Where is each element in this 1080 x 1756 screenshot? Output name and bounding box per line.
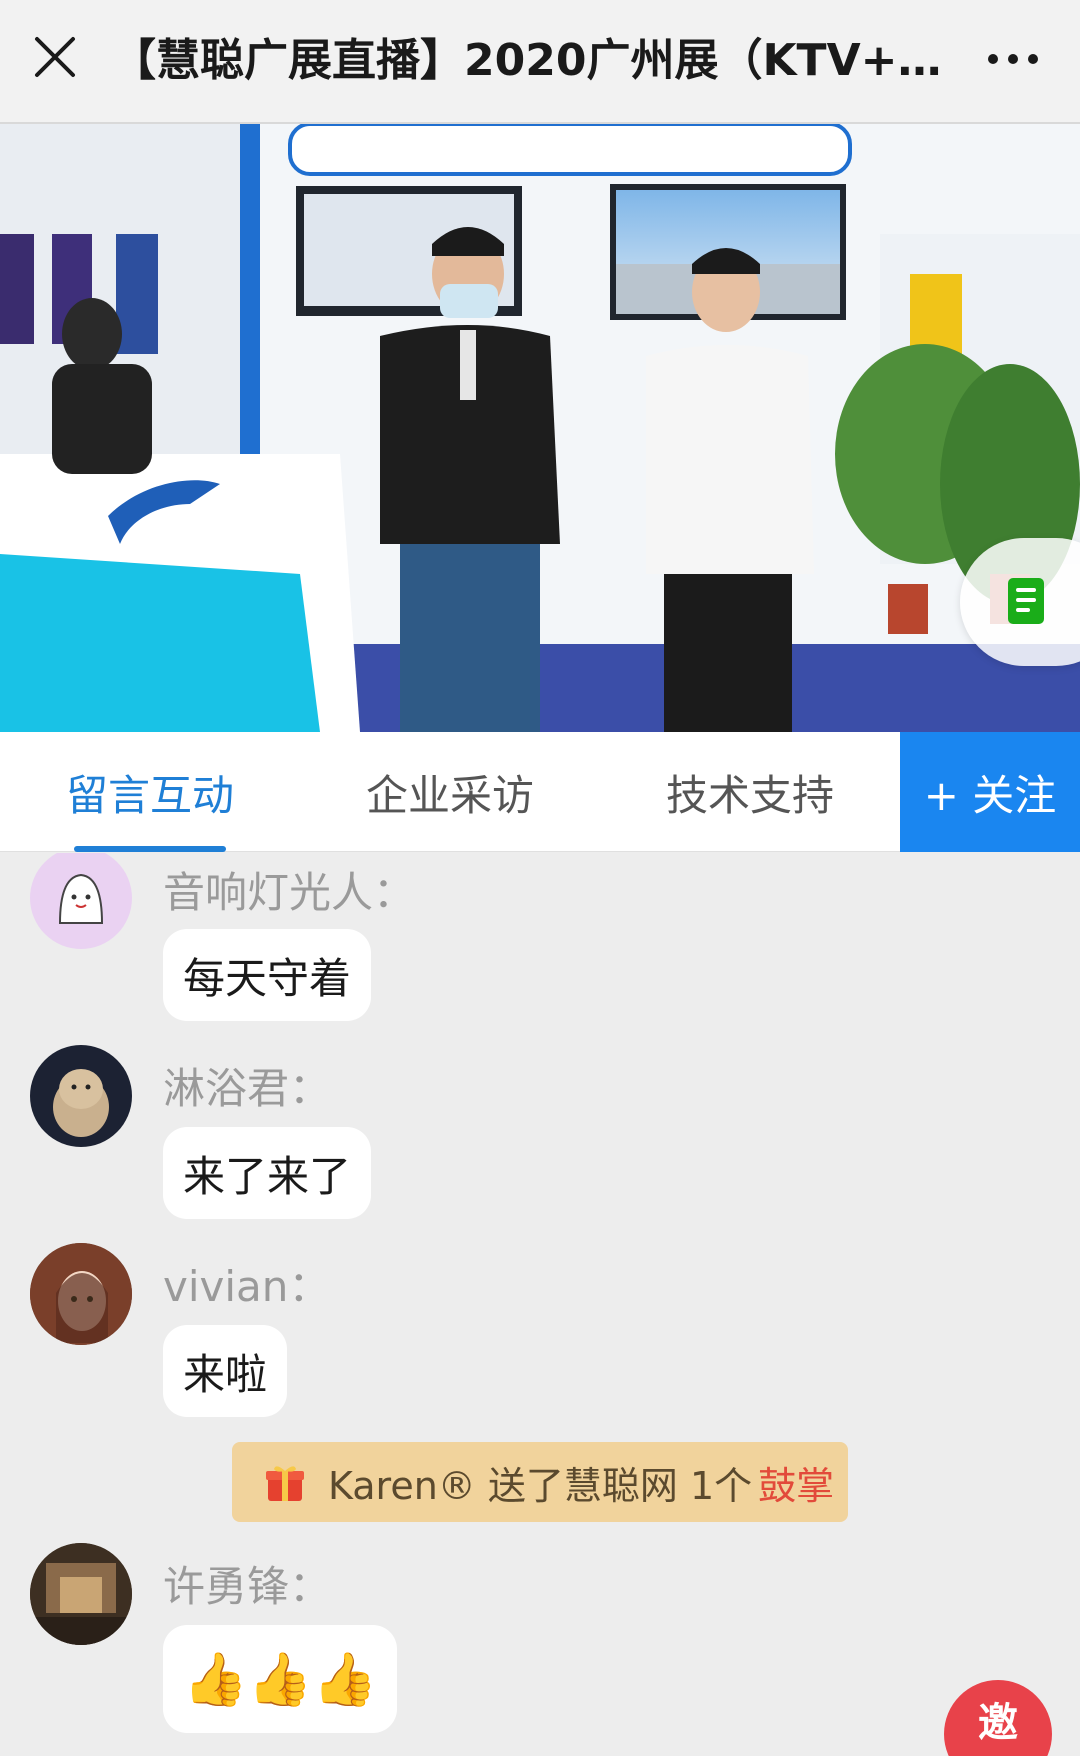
- message-list[interactable]: 音响灯光人： 每天守着 淋浴君： 来了来了 vivian： 来啦 Karen® …: [0, 853, 1080, 1756]
- tab-tech-support[interactable]: 技术支持: [630, 732, 870, 852]
- user-name: vivian：: [163, 1262, 331, 1311]
- gift-notice: Karen® 送了慧聪网 1个 鼓掌: [232, 1442, 848, 1522]
- message-bubble: 👍👍👍: [163, 1625, 398, 1733]
- message-bubble: 每天守着: [163, 929, 372, 1021]
- more-icon[interactable]: [968, 28, 1058, 90]
- user-name: 淋浴君：: [163, 1064, 332, 1113]
- document-icon[interactable]: [960, 538, 1080, 666]
- avatar[interactable]: [30, 853, 132, 949]
- tab-interviews[interactable]: 企业采访: [330, 732, 570, 852]
- user-name: 音响灯光人：: [163, 868, 416, 917]
- gift-text: Karen® 送了慧聪网 1个: [328, 1463, 753, 1508]
- top-bar: 【慧聪广展直播】2020广州展（KTV+灯…: [0, 0, 1080, 124]
- list-item: 许勇锋： 👍👍👍: [0, 1543, 1080, 1756]
- message-bubble: 来了来了: [163, 1127, 372, 1219]
- follow-button[interactable]: + 关注: [900, 732, 1080, 852]
- avatar[interactable]: [30, 1243, 132, 1345]
- list-item: 音响灯光人： 每天守着: [0, 853, 1080, 1033]
- avatar[interactable]: [30, 1543, 132, 1645]
- gift-icon: [264, 1461, 306, 1503]
- avatar[interactable]: [30, 1045, 132, 1147]
- active-tab-indicator: [74, 846, 226, 852]
- live-video[interactable]: [0, 124, 1080, 732]
- gift-item: 鼓掌: [758, 1463, 835, 1508]
- list-item: 淋浴君： 来了来了: [0, 1045, 1080, 1225]
- user-name: 许勇锋：: [163, 1562, 332, 1611]
- tab-bar: 留言互动 企业采访 技术支持 + 关注: [0, 732, 1080, 852]
- list-item: vivian： 来啦: [0, 1243, 1080, 1423]
- message-bubble: 来啦: [163, 1325, 288, 1417]
- page-title: 【慧聪广展直播】2020广州展（KTV+灯…: [112, 35, 952, 86]
- tab-comments[interactable]: 留言互动: [30, 732, 270, 852]
- close-icon[interactable]: [24, 26, 86, 88]
